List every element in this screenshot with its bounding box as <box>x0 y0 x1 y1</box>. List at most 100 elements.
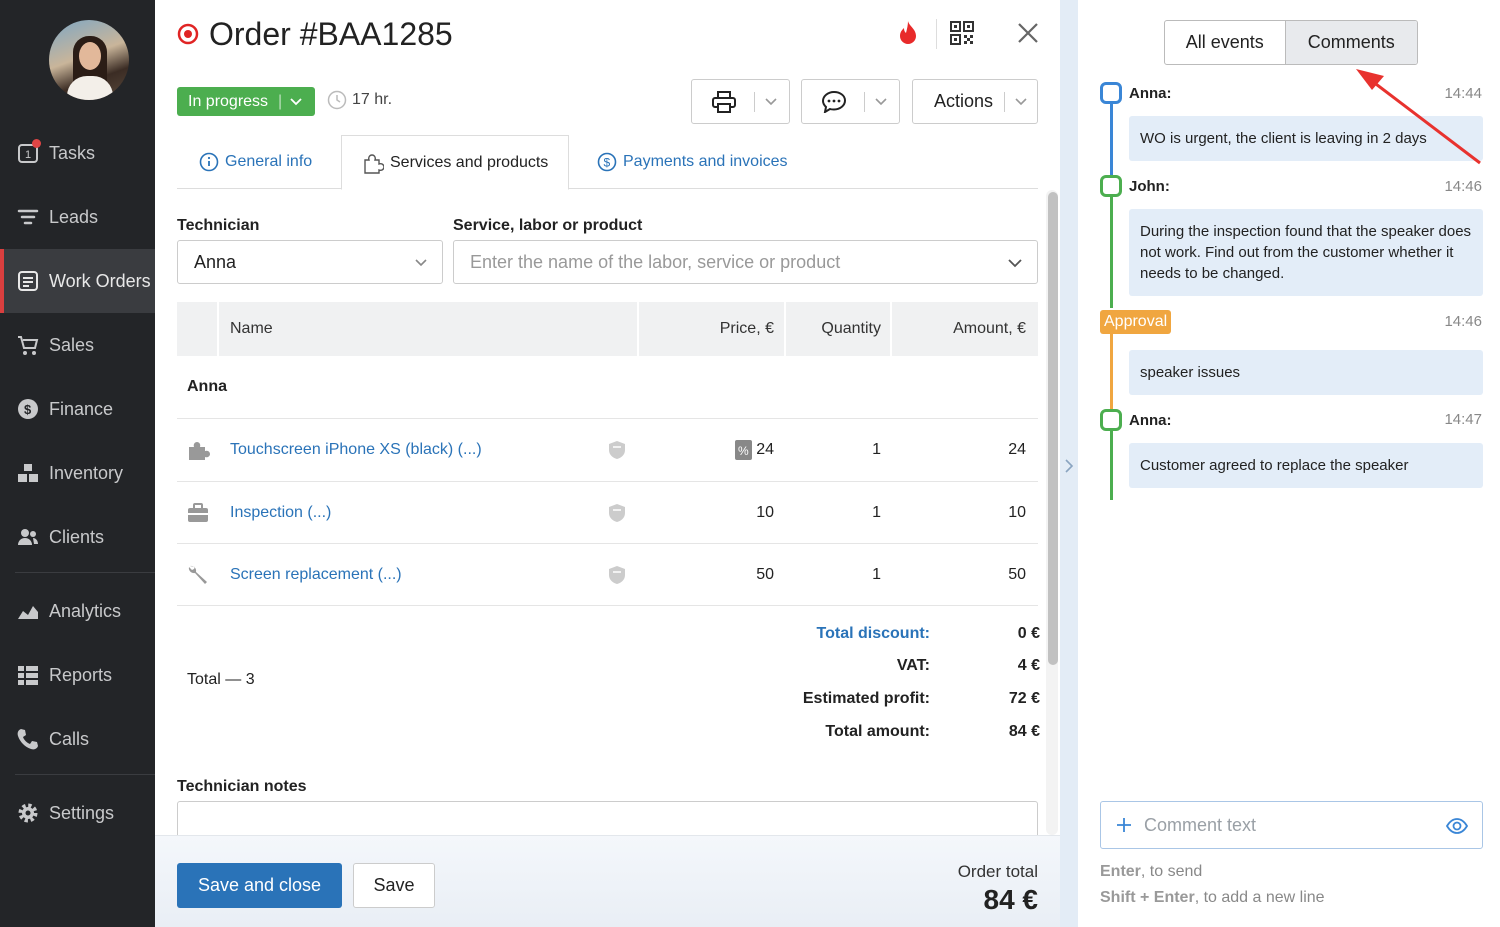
total-discount-label[interactable]: Total discount: <box>817 625 930 643</box>
info-icon <box>199 152 219 172</box>
column-quantity[interactable]: Quantity <box>821 302 881 356</box>
table-row[interactable]: Inspection (...) 10 1 10 <box>177 481 1038 544</box>
leads-icon <box>17 209 39 225</box>
message-button[interactable] <box>801 79 900 124</box>
footer-bar: Save and close Save Order total 84 € <box>155 835 1060 927</box>
vat-label: VAT: <box>896 657 930 674</box>
save-button[interactable]: Save <box>353 863 435 908</box>
urgent-fire-icon[interactable] <box>897 20 919 46</box>
sidebar-item-tasks[interactable]: 1 Tasks <box>0 121 155 185</box>
comment-marker-icon <box>1100 409 1122 431</box>
item-price: 24 <box>756 441 774 458</box>
sales-icon <box>18 336 39 355</box>
approval-badge: Approval <box>1100 310 1172 334</box>
tab-services-and-products[interactable]: Services and products <box>341 135 570 190</box>
sidebar-item-finance[interactable]: $ Finance <box>0 377 155 441</box>
qr-code-icon[interactable] <box>950 21 974 45</box>
tab-payments-and-invoices[interactable]: $ Payments and invoices <box>597 135 788 189</box>
sidebar-item-analytics[interactable]: Analytics <box>0 579 155 643</box>
item-name-link[interactable]: Inspection (...) <box>230 482 331 544</box>
sidebar-divider <box>15 774 155 775</box>
timeline-line <box>1110 430 1113 500</box>
event-comment: During the inspection found that the spe… <box>1129 209 1483 296</box>
warranty-shield-icon[interactable] <box>608 503 626 523</box>
sidebar-item-leads[interactable]: Leads <box>0 185 155 249</box>
event-time: 14:46 <box>1444 313 1482 330</box>
sidebar: 1 Tasks Leads Work Orders Sales $ Financ… <box>0 0 155 927</box>
technician-select[interactable]: Anna <box>177 240 443 284</box>
actions-dropdown[interactable]: Actions <box>912 79 1038 124</box>
comment-marker-icon <box>1100 175 1122 197</box>
wrench-icon <box>188 565 207 584</box>
table-row[interactable]: Touchscreen iPhone XS (black) (...) % 24 … <box>177 418 1038 481</box>
send-hint: Enter, to send <box>1100 863 1203 880</box>
puzzle-icon <box>364 153 384 174</box>
item-quantity[interactable]: 1 <box>872 419 881 481</box>
filter-all-events[interactable]: All events <box>1165 21 1285 64</box>
sidebar-item-work-orders[interactable]: Work Orders <box>0 249 155 313</box>
calls-icon <box>17 729 38 750</box>
timeline-line <box>1110 104 1113 184</box>
service-search-input[interactable]: Enter the name of the labor, service or … <box>453 240 1038 284</box>
events-panel: All events Comments Anna: 14:44 WO is ur… <box>1078 0 1500 927</box>
divider <box>177 605 1038 606</box>
tab-general-info[interactable]: General info <box>199 135 312 189</box>
chevron-right-icon[interactable] <box>1063 458 1075 474</box>
analytics-icon <box>18 606 38 619</box>
event-comment: WO is urgent, the client is leaving in 2… <box>1129 116 1483 161</box>
avatar[interactable] <box>49 20 129 100</box>
column-amount[interactable]: Amount, € <box>953 302 1026 356</box>
eye-icon[interactable] <box>1446 815 1468 837</box>
item-quantity[interactable]: 1 <box>872 482 881 544</box>
sidebar-item-inventory[interactable]: Inventory <box>0 441 155 505</box>
sidebar-item-calls[interactable]: Calls <box>0 707 155 771</box>
sidebar-item-label: Reports <box>49 664 113 685</box>
discount-tag-icon: % <box>735 440 753 460</box>
svg-text:%: % <box>738 444 749 458</box>
filter-comments[interactable]: Comments <box>1284 21 1417 64</box>
close-icon[interactable] <box>1017 22 1039 44</box>
item-amount: 50 <box>1008 566 1026 583</box>
panel-splitter[interactable] <box>1060 0 1078 927</box>
sidebar-item-sales[interactable]: Sales <box>0 313 155 377</box>
status-label: In progress <box>188 92 269 110</box>
item-price: 10 <box>756 504 774 521</box>
item-name-link[interactable]: Touchscreen iPhone XS (black) (...) <box>230 419 482 481</box>
warranty-shield-icon[interactable] <box>608 440 626 460</box>
reports-icon <box>18 666 38 685</box>
print-button[interactable] <box>691 79 790 124</box>
estimated-profit-value: 72 € <box>1008 690 1040 707</box>
svg-text:$: $ <box>604 156 611 170</box>
item-quantity[interactable]: 1 <box>872 544 881 606</box>
sidebar-item-label: Finance <box>49 398 114 419</box>
item-name-link[interactable]: Screen replacement (...) <box>230 544 402 606</box>
estimated-profit-label: Estimated profit: <box>802 690 930 707</box>
table-row[interactable]: Screen replacement (...) 50 1 50 <box>177 543 1038 606</box>
sidebar-item-reports[interactable]: Reports <box>0 643 155 707</box>
chevron-down-icon <box>765 97 777 105</box>
sidebar-item-label: Leads <box>49 206 99 227</box>
column-price[interactable]: Price, € <box>720 302 774 356</box>
chevron-down-icon <box>290 97 302 105</box>
clock-icon <box>327 90 347 110</box>
status-dropdown[interactable]: In progress | <box>177 87 315 116</box>
chevron-down-icon <box>1008 259 1022 268</box>
save-and-close-button[interactable]: Save and close <box>177 863 342 908</box>
actions-label: Actions <box>934 91 994 111</box>
settings-icon <box>18 803 38 823</box>
item-price: 50 <box>756 566 774 583</box>
plus-icon[interactable] <box>1116 817 1132 833</box>
record-icon <box>177 23 199 45</box>
order-panel: Order #BAA1285 In progress | 17 hr. Acti… <box>155 0 1060 927</box>
printer-icon <box>712 90 736 113</box>
total-discount-value: 0 € <box>1017 625 1040 642</box>
scrollbar-thumb[interactable] <box>1048 192 1058 665</box>
sidebar-item-label: Sales <box>49 334 95 355</box>
sidebar-item-clients[interactable]: Clients <box>0 505 155 569</box>
total-amount-label: Total amount: <box>825 723 930 740</box>
warranty-shield-icon[interactable] <box>608 565 626 585</box>
order-header: Order #BAA1285 <box>177 14 453 54</box>
comment-input[interactable]: Comment text <box>1100 801 1483 849</box>
sidebar-item-settings[interactable]: Settings <box>0 781 155 845</box>
column-name[interactable]: Name <box>230 302 273 356</box>
